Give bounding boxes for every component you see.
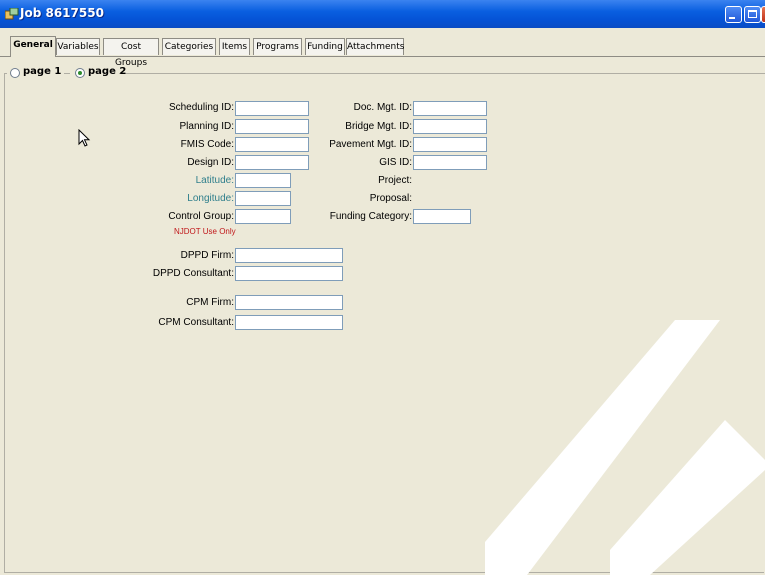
control-group-label: Control Group: — [168, 211, 234, 222]
tab-variables[interactable]: Variables — [56, 38, 100, 55]
fmis-code-label: FMIS Code: — [180, 139, 234, 150]
maximize-button[interactable] — [744, 6, 761, 23]
page-1-radio[interactable] — [10, 68, 20, 78]
group-line-right — [119, 73, 765, 74]
scheduling-id-field[interactable] — [235, 101, 309, 116]
group-line-mid — [64, 73, 70, 74]
project-label: Project: — [378, 175, 412, 186]
cpm-firm-label: CPM Firm: — [186, 297, 234, 308]
planning-id-field[interactable] — [235, 119, 309, 134]
funding-category-field[interactable] — [413, 209, 471, 224]
longitude-field[interactable] — [235, 191, 291, 206]
fmis-code-field[interactable] — [235, 137, 309, 152]
tab-funding[interactable]: Funding — [305, 38, 345, 55]
scheduling-id-label: Scheduling ID: — [168, 102, 234, 113]
cpm-firm-field[interactable] — [235, 295, 343, 310]
pavement-mgt-id-field[interactable] — [413, 137, 487, 152]
design-id-field[interactable] — [235, 155, 309, 170]
latitude-field[interactable] — [235, 173, 291, 188]
tab-attachments[interactable]: Attachments — [346, 38, 404, 55]
gis-id-label: GIS ID: — [379, 157, 412, 168]
cpm-consultant-label: CPM Consultant: — [158, 317, 234, 328]
bridge-mgt-id-label: Bridge Mgt. ID: — [345, 121, 412, 132]
title-bar[interactable]: Job 8617550 — [0, 0, 765, 28]
minimize-button[interactable] — [725, 6, 742, 23]
doc-mgt-id-field[interactable] — [413, 101, 487, 116]
tab-items[interactable]: Items — [219, 38, 250, 55]
dppd-consultant-label: DPPD Consultant: — [152, 268, 234, 279]
proposal-label: Proposal: — [369, 193, 412, 204]
control-group-field[interactable] — [235, 209, 291, 224]
tab-cost-groups[interactable]: Cost Groups — [103, 38, 159, 68]
page-2-radio[interactable] — [75, 68, 85, 78]
tab-bar: General Variables Cost Groups Categories… — [0, 36, 765, 68]
longitude-label: Longitude: — [187, 193, 234, 204]
bridge-mgt-id-field[interactable] — [413, 119, 487, 134]
tab-divider — [0, 56, 765, 57]
page-2-label[interactable]: page 2 — [88, 66, 126, 77]
gis-id-field[interactable] — [413, 155, 487, 170]
job-window: Job 8617550 General Variables Cost Group… — [0, 0, 765, 575]
design-id-label: Design ID: — [187, 157, 234, 168]
app-icon — [5, 8, 19, 20]
cpm-consultant-field[interactable] — [235, 315, 343, 330]
group-line-left — [4, 73, 7, 74]
page-1-label[interactable]: page 1 — [23, 66, 61, 77]
window-title: Job 8617550 — [20, 6, 104, 20]
watermark-stroke-icon — [485, 320, 765, 575]
pavement-mgt-id-label: Pavement Mgt. ID: — [329, 139, 412, 150]
tab-categories[interactable]: Categories — [162, 38, 216, 55]
funding-category-label: Funding Category: — [329, 211, 412, 222]
latitude-label: Latitude: — [195, 175, 234, 186]
tab-general[interactable]: General — [10, 36, 56, 57]
dppd-firm-field[interactable] — [235, 248, 343, 263]
control-group-note: NJDOT Use Only — [174, 227, 236, 236]
dppd-firm-label: DPPD Firm: — [180, 250, 234, 261]
doc-mgt-id-label: Doc. Mgt. ID: — [353, 102, 412, 113]
mouse-cursor-icon — [78, 129, 91, 147]
planning-id-label: Planning ID: — [179, 121, 234, 132]
tab-programs[interactable]: Programs — [253, 38, 302, 55]
close-button[interactable] — [761, 6, 765, 23]
dppd-consultant-field[interactable] — [235, 266, 343, 281]
